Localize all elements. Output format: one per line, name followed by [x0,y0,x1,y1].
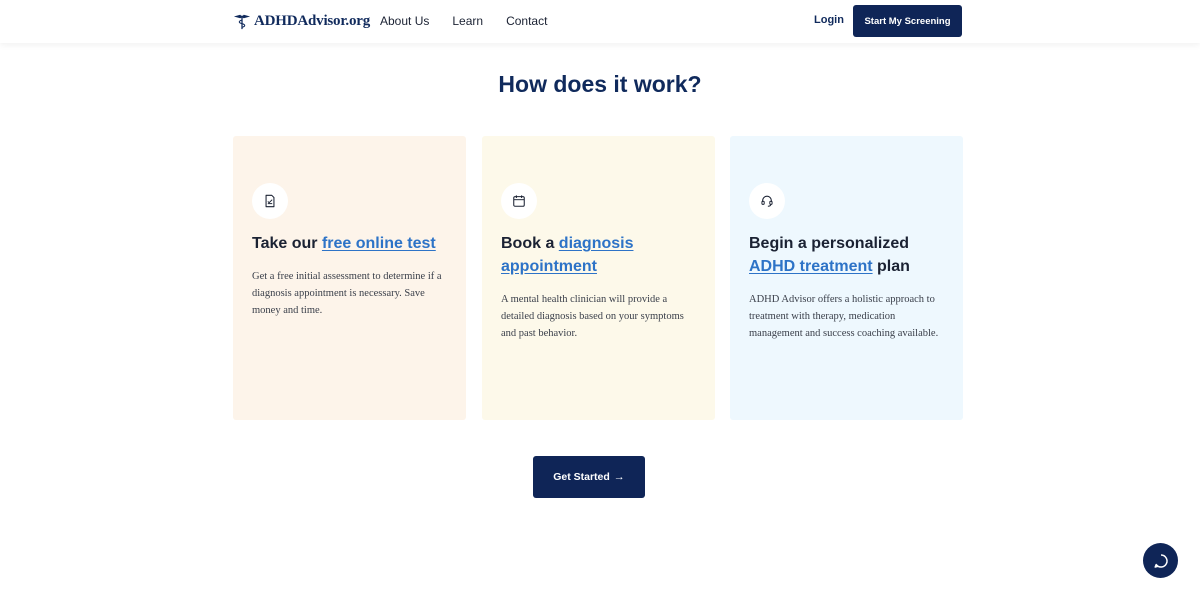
site-header: ADHDAdvisor.org About Us Learn Contact L… [0,0,1200,43]
card-icon-wrapper [749,183,785,219]
adhd-treatment-link[interactable]: ADHD treatment [749,258,873,275]
card-title-prefix: Book a [501,235,559,252]
document-icon [265,194,275,208]
card-title-prefix: Take our [252,235,322,252]
chat-launcher-button[interactable] [1143,543,1178,578]
arrow-right-icon: → [613,471,625,483]
card-title: Take our free online test [252,233,457,256]
card-description: Get a free initial assessment to determi… [252,271,442,316]
card-description: ADHD Advisor offers a holistic approach … [749,294,939,339]
nav-learn[interactable]: Learn [452,14,483,28]
site-logo[interactable]: ADHDAdvisor.org [233,11,370,31]
card-title-suffix: plan [872,257,910,275]
start-screening-button[interactable]: Start My Screening [853,5,962,37]
card-icon-wrapper [501,183,537,219]
chat-bubble-icon [1153,553,1168,568]
caduceus-logo-icon [233,14,251,30]
step-card-online-test: Take our free online test Get a free ini… [233,136,466,420]
card-description: A mental health clinician will provide a… [501,294,684,339]
card-title: Book a diagnosis appointment [501,233,706,278]
card-icon-wrapper [252,183,288,219]
card-title: Begin a personalized ADHD treatment plan [749,233,954,278]
card-title-prefix: Begin a personalized [749,235,910,252]
nav-contact[interactable]: Contact [506,14,547,28]
support-icon [761,195,773,207]
get-started-button[interactable]: Get Started → [533,456,645,498]
free-online-test-link[interactable]: free online test [322,235,436,252]
calendar-icon [513,195,525,207]
section-title: How does it work? [498,71,702,97]
get-started-label: Get Started [553,471,610,483]
login-link[interactable]: Login [814,14,844,26]
main-nav: About Us Learn Contact [380,14,570,28]
step-card-diagnosis: Book a diagnosis appointment A mental he… [482,136,715,420]
nav-about-us[interactable]: About Us [380,14,429,28]
logo-text: ADHDAdvisor.org [254,12,371,29]
step-card-treatment: Begin a personalized ADHD treatment plan… [730,136,963,420]
